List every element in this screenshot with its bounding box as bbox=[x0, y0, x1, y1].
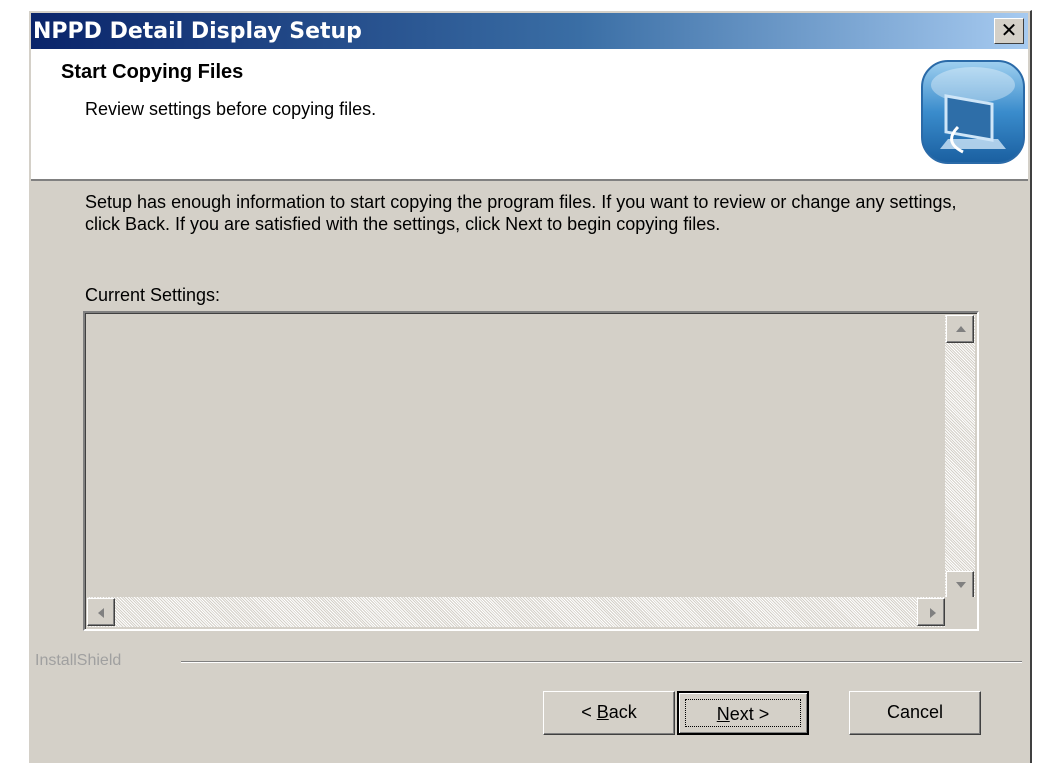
arrow-left-icon bbox=[98, 608, 104, 618]
next-label: ext > bbox=[729, 704, 770, 724]
close-button[interactable]: ✕ bbox=[994, 18, 1024, 44]
scroll-left-button[interactable] bbox=[87, 598, 115, 626]
scroll-right-button[interactable] bbox=[917, 598, 945, 626]
back-access-key: B bbox=[596, 702, 609, 722]
window-title: NPPD Detail Display Setup bbox=[33, 19, 362, 44]
arrow-right-icon bbox=[930, 608, 936, 618]
arrow-up-icon bbox=[956, 326, 966, 332]
footer-divider bbox=[181, 661, 1022, 663]
scroll-down-button[interactable] bbox=[946, 571, 974, 599]
cancel-label: Cancel bbox=[886, 702, 944, 722]
close-icon: ✕ bbox=[1000, 18, 1018, 42]
horizontal-scrollbar[interactable] bbox=[87, 597, 945, 627]
current-settings-label: Current Settings: bbox=[85, 285, 221, 305]
setup-computer-icon bbox=[918, 57, 1028, 167]
next-access-key: N bbox=[716, 704, 730, 724]
back-prefix: < bbox=[581, 702, 597, 722]
title-bar[interactable]: NPPD Detail Display Setup ✕ bbox=[31, 13, 1028, 49]
arrow-down-icon bbox=[956, 582, 966, 588]
setup-dialog: NPPD Detail Display Setup ✕ Start Copyin… bbox=[28, 10, 1032, 763]
cancel-button[interactable]: Cancel bbox=[849, 691, 981, 735]
page-subtitle: Review settings before copying files. bbox=[85, 99, 377, 119]
next-button[interactable]: Next > bbox=[677, 691, 809, 735]
current-settings-textbox[interactable] bbox=[83, 311, 979, 631]
page-title: Start Copying Files bbox=[61, 61, 244, 83]
scrollbar-corner bbox=[945, 597, 975, 627]
back-label: ack bbox=[608, 702, 637, 722]
scroll-up-button[interactable] bbox=[946, 315, 974, 343]
setup-description: Setup has enough information to start co… bbox=[85, 192, 957, 234]
header-panel: Start Copying Files Review settings befo… bbox=[31, 49, 1028, 181]
installshield-brand: InstallShield bbox=[35, 652, 122, 669]
focus-rectangle: Next > bbox=[685, 699, 801, 727]
back-button[interactable]: < Back bbox=[543, 691, 675, 735]
vertical-scrollbar[interactable] bbox=[945, 315, 975, 599]
